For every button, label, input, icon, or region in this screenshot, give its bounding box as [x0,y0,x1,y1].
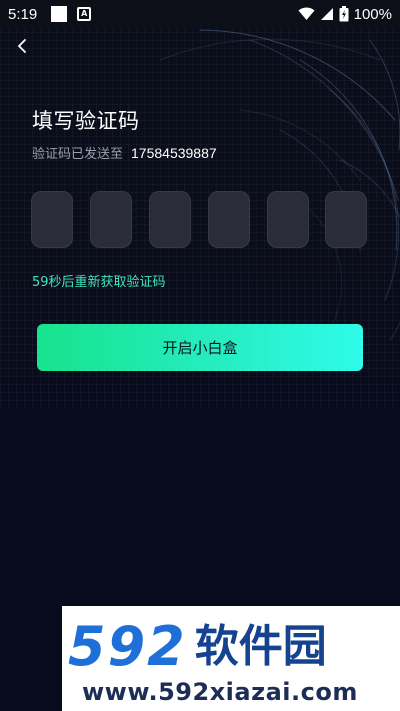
battery-percent: 100% [353,5,392,23]
phone-number: 17584539887 [131,145,217,161]
watermark-brand: 592 软件园 [68,620,327,674]
battery-icon [339,6,349,22]
code-sent-info: 验证码已发送至 17584539887 [32,143,217,162]
watermark: 592 软件园 www.592xiazai.com [62,606,400,711]
status-time: 5:19 [8,5,38,23]
watermark-digits: 592 [68,615,187,678]
back-button[interactable] [10,34,34,58]
signal-icon [320,8,333,20]
watermark-name: 软件园 [194,621,327,672]
wifi-icon [298,7,315,20]
watermark-url: www.592xiazai.com [82,678,358,706]
code-digit-input-4[interactable] [208,191,250,248]
page-title: 填写验证码 [32,109,140,133]
submit-button[interactable]: 开启小白盒 [37,324,363,371]
status-bar: 5:19 A 100% [0,0,400,28]
code-input-group [31,191,369,248]
code-digit-input-5[interactable] [267,191,309,248]
notification-square-icon [51,6,68,22]
verification-screen: 5:19 A 100% 填写验证码 验证码已发送至 17584539887 59… [0,0,400,711]
status-right-group: 100% [298,0,392,28]
code-digit-input-6[interactable] [325,191,367,248]
code-digit-input-2[interactable] [90,191,132,248]
code-digit-input-1[interactable] [31,191,73,248]
a-badge-icon: A [77,7,92,21]
resend-code-countdown[interactable]: 59秒后重新获取验证码 [32,271,166,290]
chevron-left-icon [18,39,26,53]
code-digit-input-3[interactable] [149,191,191,248]
code-sent-label: 验证码已发送至 [32,147,124,162]
